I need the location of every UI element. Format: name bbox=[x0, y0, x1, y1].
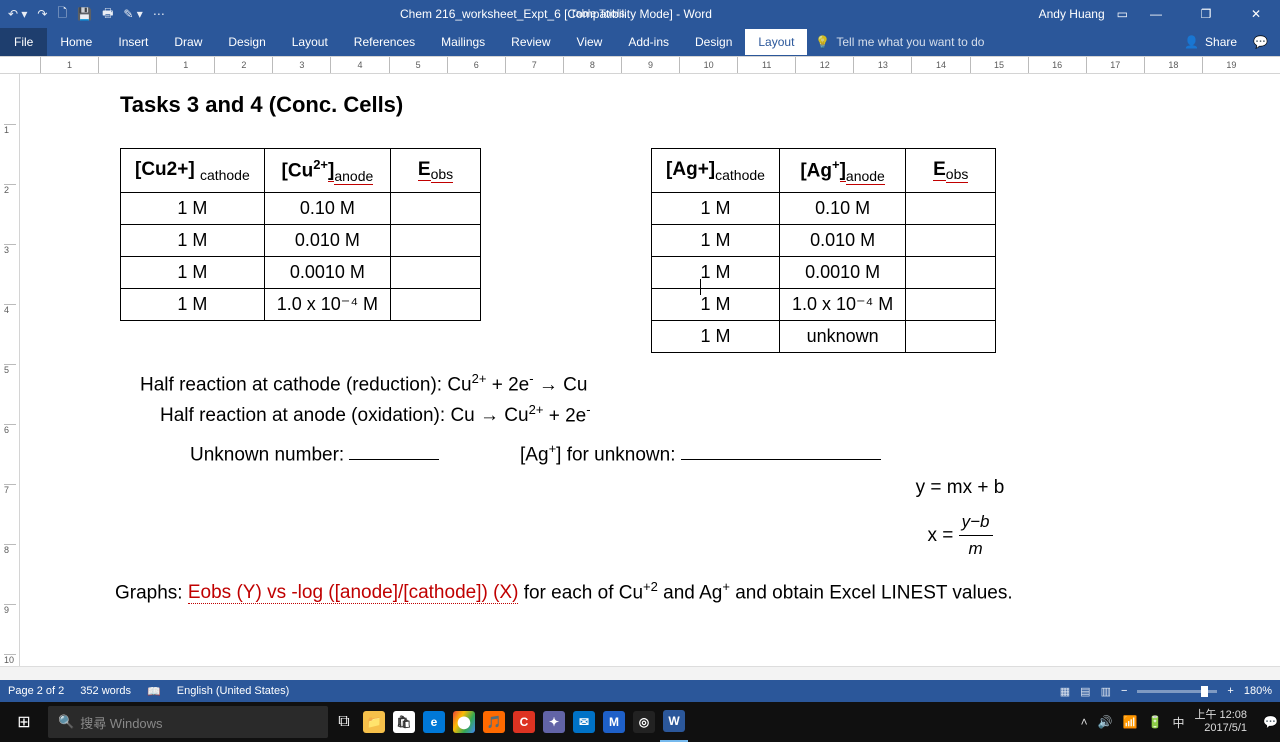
action-center-icon[interactable]: 💬 bbox=[1263, 715, 1278, 729]
close-button[interactable]: ✕ bbox=[1234, 0, 1278, 28]
app-music[interactable]: 🎵 bbox=[480, 702, 508, 742]
zoom-in-icon[interactable]: + bbox=[1227, 685, 1233, 697]
save-icon[interactable]: 💾 bbox=[77, 7, 92, 21]
ag-table[interactable]: [Ag+]cathode [Ag+]anode Eobs 1 M0.10 M 1… bbox=[651, 148, 996, 353]
share-button[interactable]: 👤Share💬 bbox=[1184, 35, 1276, 49]
document-title: Chem 216_worksheet_Expt_6 [Compatibility… bbox=[400, 7, 712, 21]
comments-icon[interactable]: 💬 bbox=[1253, 35, 1268, 49]
app-mail[interactable]: ✉ bbox=[570, 702, 598, 742]
file-tab[interactable]: File bbox=[0, 28, 47, 56]
redo-icon[interactable]: ↷ bbox=[37, 7, 47, 21]
tab-references[interactable]: References bbox=[341, 29, 428, 55]
tab-draw[interactable]: Draw bbox=[161, 29, 215, 55]
read-mode-icon[interactable]: ▦ bbox=[1060, 685, 1070, 698]
word-count[interactable]: 352 words bbox=[80, 685, 131, 697]
zoom-level[interactable]: 180% bbox=[1244, 685, 1272, 697]
app-ccleaner[interactable]: C bbox=[510, 702, 538, 742]
new-icon[interactable]: 🗋 bbox=[57, 4, 67, 25]
user-name[interactable]: Andy Huang bbox=[1039, 7, 1105, 21]
spell-check-icon[interactable]: 📖 bbox=[147, 685, 161, 698]
tray-battery-icon[interactable]: 🔋 bbox=[1147, 715, 1162, 729]
qat-more-icon[interactable]: ⋯ bbox=[153, 7, 165, 21]
text-cursor bbox=[700, 279, 701, 295]
tray-wifi-icon[interactable]: 📶 bbox=[1123, 715, 1138, 729]
tab-addins[interactable]: Add-ins bbox=[615, 29, 682, 55]
language-indicator[interactable]: English (United States) bbox=[177, 685, 290, 697]
tray-expand-icon[interactable]: ˄ bbox=[1081, 715, 1088, 729]
app-chrome[interactable]: ⬤ bbox=[450, 702, 478, 742]
taskbar-search[interactable]: 🔍 搜尋 Windows bbox=[48, 706, 328, 738]
zoom-slider[interactable] bbox=[1137, 690, 1217, 693]
ribbon-options-icon[interactable]: ▭ bbox=[1117, 7, 1128, 21]
taskbar: ⊞ 🔍 搜尋 Windows ⧉ 📁 🛍 e ⬤ 🎵 C ✦ ✉ M ◎ W ˄… bbox=[0, 702, 1280, 742]
task-view-icon[interactable]: ⧉ bbox=[330, 702, 358, 742]
app-explorer[interactable]: 📁 bbox=[360, 702, 388, 742]
restore-button[interactable]: ❐ bbox=[1184, 0, 1228, 28]
tab-table-design[interactable]: Design bbox=[682, 29, 745, 55]
cu-table[interactable]: [Cu2+] cathode [Cu2+]anode Eobs 1 M0.10 … bbox=[120, 148, 481, 321]
title-bar: ↶ ▾ ↷ 🗋 💾 🖶 ✎ ▾ ⋯ Chem 216_worksheet_Exp… bbox=[0, 0, 1280, 28]
tab-review[interactable]: Review bbox=[498, 29, 563, 55]
app-malwarebytes[interactable]: M bbox=[600, 702, 628, 742]
tab-view[interactable]: View bbox=[564, 29, 616, 55]
app-word[interactable]: W bbox=[660, 702, 688, 742]
heading: Tasks 3 and 4 (Conc. Cells) bbox=[120, 92, 1240, 118]
tab-table-layout[interactable]: Layout bbox=[745, 29, 807, 55]
print-icon[interactable]: 🖶 bbox=[102, 4, 113, 25]
share-icon: 👤 bbox=[1184, 35, 1199, 49]
horizontal-scrollbar[interactable] bbox=[0, 666, 1280, 680]
horizontal-ruler[interactable]: 112 3456 78910 11121314 15161718 19 bbox=[0, 56, 1280, 74]
taskbar-clock[interactable]: 上午 12:082017/5/1 bbox=[1194, 709, 1253, 734]
ribbon-tabs: File Home Insert Draw Design Layout Refe… bbox=[0, 28, 1280, 56]
status-bar: Page 2 of 2 352 words 📖 English (United … bbox=[0, 680, 1280, 702]
minimize-button[interactable]: — bbox=[1134, 0, 1178, 28]
tab-insert[interactable]: Insert bbox=[105, 29, 161, 55]
app-teams[interactable]: ✦ bbox=[540, 702, 568, 742]
app-edge[interactable]: e bbox=[420, 702, 448, 742]
tell-me[interactable]: 💡Tell me what you want to do bbox=[815, 35, 984, 49]
tab-design[interactable]: Design bbox=[215, 29, 278, 55]
contextual-tab-label: Table Tools bbox=[570, 8, 625, 20]
page-indicator[interactable]: Page 2 of 2 bbox=[8, 685, 64, 697]
tab-layout[interactable]: Layout bbox=[279, 29, 341, 55]
tray-ime-icon[interactable]: 中 bbox=[1172, 714, 1184, 731]
bulb-icon: 💡 bbox=[815, 35, 830, 49]
system-tray: ˄ 🔊 📶 🔋 中 上午 12:082017/5/1 💬 bbox=[1081, 709, 1278, 734]
tab-mailings[interactable]: Mailings bbox=[428, 29, 498, 55]
undo-icon[interactable]: ↶ ▾ bbox=[8, 7, 27, 21]
tray-network-icon[interactable]: 🔊 bbox=[1098, 715, 1113, 729]
app-obs[interactable]: ◎ bbox=[630, 702, 658, 742]
web-layout-icon[interactable]: ▥ bbox=[1101, 685, 1111, 698]
print-layout-icon[interactable]: ▤ bbox=[1080, 685, 1090, 698]
start-button[interactable]: ⊞ bbox=[2, 702, 46, 742]
document-page[interactable]: Tasks 3 and 4 (Conc. Cells) [Cu2+] catho… bbox=[20, 74, 1280, 666]
tab-home[interactable]: Home bbox=[47, 29, 105, 55]
touch-icon[interactable]: ✎ ▾ bbox=[123, 7, 142, 21]
vertical-ruler[interactable]: 12 34 56 78 910 bbox=[0, 74, 20, 666]
app-store[interactable]: 🛍 bbox=[390, 702, 418, 742]
zoom-out-icon[interactable]: − bbox=[1121, 685, 1127, 697]
